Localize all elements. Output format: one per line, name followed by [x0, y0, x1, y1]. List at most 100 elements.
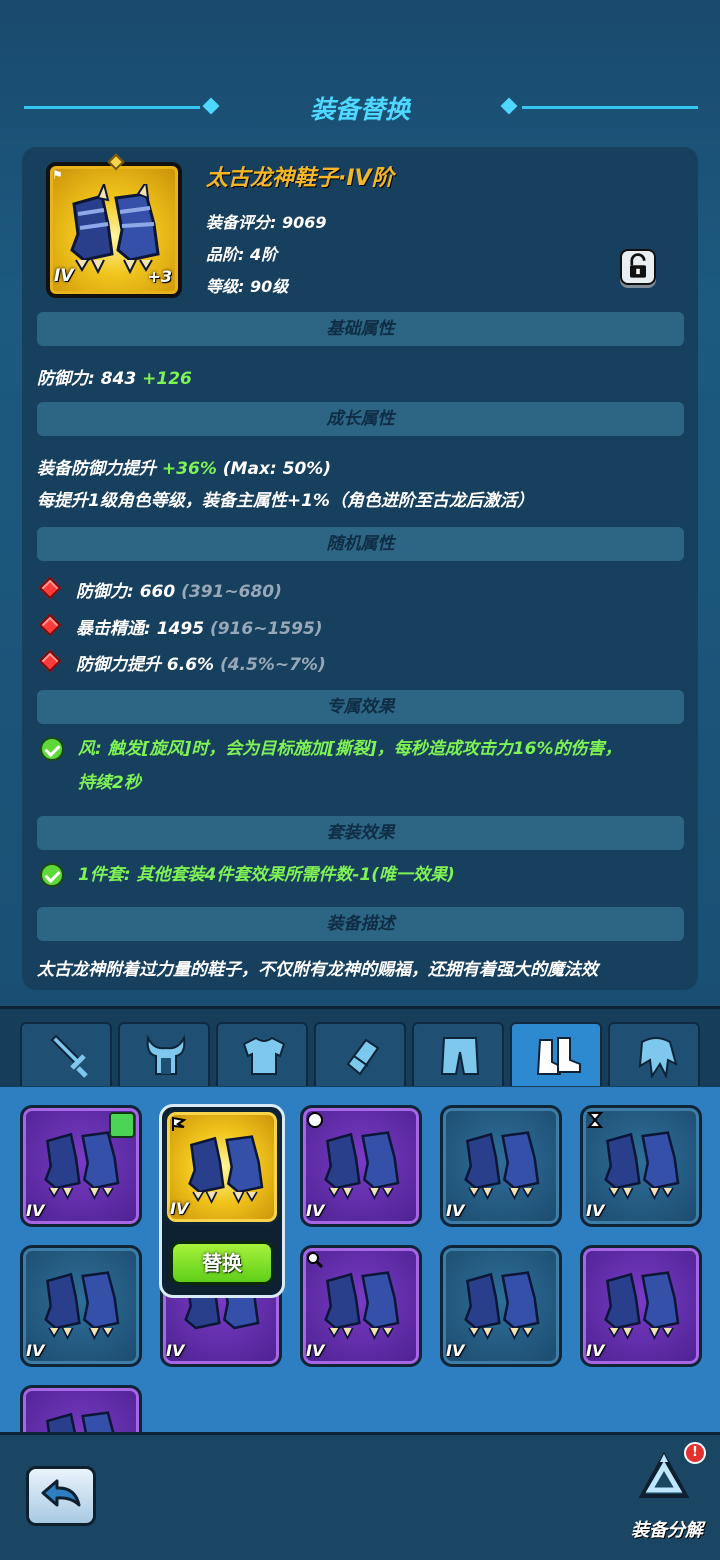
random-attr-3-range: (4.5%~7%) [220, 655, 326, 675]
section-growth-attributes: 成长属性 [37, 402, 684, 436]
exclusive-effect-line-2: 持续2秒 [78, 773, 141, 793]
random-attr-2-label: 暴击精通: 1495 [76, 619, 205, 639]
pants-icon [440, 1037, 480, 1075]
slot-tier-label: IV [306, 1201, 325, 1220]
inventory-slot[interactable]: IV [300, 1245, 422, 1367]
check-icon [40, 863, 64, 887]
salvage-button[interactable]: ! 装备分解 [622, 1442, 712, 1548]
section-exclusive-effect: 专属效果 [37, 690, 684, 724]
set-flag-icon [172, 1117, 187, 1131]
hourglass-mark-icon [586, 1112, 604, 1128]
check-icon [40, 737, 64, 761]
key-mark-icon [307, 1252, 324, 1269]
screen-header: 装备替换 [0, 80, 720, 136]
tab-helmet[interactable] [118, 1022, 210, 1086]
section-random-attributes: 随机属性 [37, 527, 684, 561]
boots-icon [324, 1131, 400, 1200]
inventory-grid: IV IV IV IV IV IV IV IV IV [0, 1087, 720, 1432]
header-line-right [522, 106, 698, 109]
back-arrow-icon [41, 1479, 81, 1507]
cloak-icon [638, 1037, 678, 1078]
growth-attr-bonus: +36% [161, 459, 217, 479]
random-attr-1-range: (391~680) [181, 582, 282, 602]
growth-attr-max: (Max: 50%) [222, 459, 332, 479]
replace-button[interactable]: 替换 [170, 1241, 274, 1285]
slot-tier-label: IV [446, 1341, 465, 1360]
random-attr-2-range: (916~1595) [209, 619, 323, 639]
growth-attr-line-1: 装备防御力提升 +36% (Max: 50%) [37, 454, 331, 479]
set-effect-text: 1件套: 其他套装4件套效果所需件数-1(唯一效果) [78, 865, 455, 885]
tab-boots[interactable] [510, 1022, 602, 1086]
item-enhance-level: +3 [147, 267, 172, 286]
boots-icon [604, 1271, 680, 1340]
item-level: 等级: 90级 [206, 277, 289, 296]
tab-pants[interactable] [412, 1022, 504, 1086]
random-attr-3-label: 防御力提升 6.6% [76, 655, 215, 675]
item-name: 太古龙神鞋子·IV阶 [206, 166, 394, 191]
sword-icon [50, 1034, 88, 1078]
boots-icon [188, 1135, 264, 1204]
exclusive-effect-line-1: 风: 触发[旋风]时，会为目标施加[撕裂]，每秒造成攻击力16%的伤害， [78, 739, 622, 759]
inventory-slot[interactable]: IV [300, 1105, 422, 1227]
inventory-slot[interactable]: IV [580, 1245, 702, 1367]
slot-tier-label: IV [26, 1341, 45, 1360]
slot-tier-label: IV [586, 1341, 605, 1360]
section-base-attributes: 基础属性 [37, 312, 684, 346]
slot-tier-label: IV [586, 1201, 605, 1220]
item-description: 太古龙神附着过力量的鞋子，不仅附有龙神的赐福，还拥有着强大的魔法效 [37, 960, 598, 980]
set-flag-icon: ⚑ [52, 168, 63, 182]
section-set-effect: 套装效果 [37, 816, 684, 850]
growth-attr-label: 装备防御力提升 [37, 459, 156, 479]
item-grade: 品阶: 4阶 [206, 245, 278, 264]
slot-tier-label: IV [26, 1201, 45, 1220]
inventory-slot[interactable]: IV [580, 1105, 702, 1227]
random-attr-3: 防御力提升 6.6% (4.5%~7%) [76, 650, 326, 675]
boots-icon [604, 1131, 680, 1200]
boots-icon [464, 1131, 540, 1200]
random-attr-1: 防御力: 660 (391~680) [76, 577, 282, 602]
back-button[interactable] [26, 1466, 96, 1526]
slot-tier-label: IV [306, 1341, 325, 1360]
random-attr-2: 暴击精通: 1495 (916~1595) [76, 614, 323, 639]
boots-icon [536, 1037, 581, 1075]
inventory-slot[interactable] [20, 1385, 142, 1432]
tab-cloak[interactable] [608, 1022, 700, 1086]
selected-item-popup: IV 替换 [159, 1104, 285, 1298]
inventory-slot[interactable]: IV [20, 1105, 142, 1227]
unlock-icon [630, 253, 646, 278]
selected-inventory-slot[interactable]: IV [164, 1109, 280, 1225]
lock-button[interactable] [620, 249, 656, 285]
base-attr-defense: 防御力: 843 [37, 369, 137, 389]
tab-gloves[interactable] [314, 1022, 406, 1086]
bottom-bar [0, 1432, 720, 1560]
recycle-icon [638, 1452, 690, 1498]
boots-icon [44, 1271, 120, 1340]
horned-helmet-icon [146, 1034, 186, 1075]
chest-armor-icon [242, 1036, 286, 1075]
section-description: 装备描述 [37, 907, 684, 941]
slot-tier-label: IV [446, 1201, 465, 1220]
inventory-slot[interactable]: IV [20, 1245, 142, 1367]
slot-tier-label: IV [170, 1199, 189, 1218]
set-mark-icon [307, 1112, 323, 1128]
inventory-slot[interactable]: IV [440, 1105, 562, 1227]
item-icon-frame: ⚑ IV +3 [46, 153, 182, 298]
base-attr-bonus: +126 [142, 369, 192, 389]
boots-icon [464, 1271, 540, 1340]
bracer-icon [346, 1038, 380, 1076]
tab-weapon[interactable] [20, 1022, 112, 1086]
slot-tier-label: IV [166, 1341, 185, 1360]
boots-icon [324, 1271, 400, 1340]
exclusive-effect-text: 风: 触发[旋风]时，会为目标施加[撕裂]，每秒造成攻击力16%的伤害， 持续2… [78, 732, 688, 800]
equipped-character-icon [109, 1112, 135, 1138]
inventory-slot[interactable]: IV [440, 1245, 562, 1367]
notification-badge: ! [684, 1442, 706, 1464]
boots-icon [70, 184, 160, 274]
base-attr-line: 防御力: 843 +126 [37, 364, 192, 389]
random-attr-1-label: 防御力: 660 [76, 582, 176, 602]
tab-armor[interactable] [216, 1022, 308, 1086]
item-score: 装备评分: 9069 [206, 213, 327, 232]
item-tier-label: IV [54, 266, 74, 286]
salvage-label: 装备分解 [631, 1520, 703, 1541]
growth-attr-line-2: 每提升1级角色等级，装备主属性+1%（角色进阶至古龙后激活） [37, 491, 534, 511]
